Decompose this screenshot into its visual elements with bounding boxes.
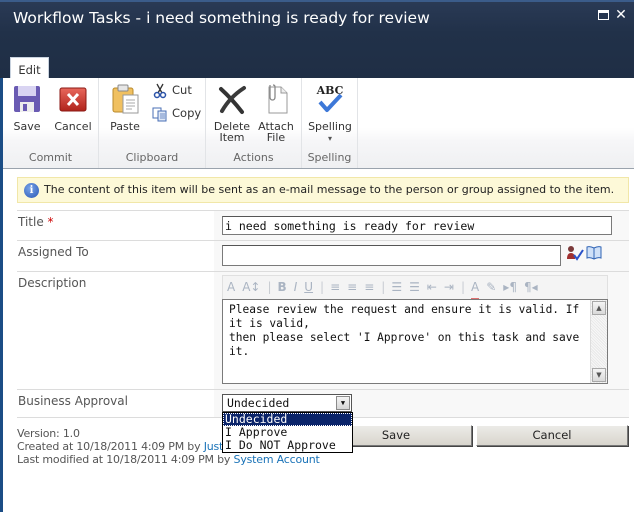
check-names-icon[interactable] (566, 245, 584, 261)
description-editor[interactable]: Please review the request and ensure it … (222, 299, 608, 384)
paste-button[interactable]: Paste (107, 83, 143, 132)
delete-item-label-2: Item (219, 131, 245, 144)
title-input[interactable] (222, 216, 612, 235)
spelling-label: Spelling (308, 120, 352, 133)
ribbon-group-spelling: ABC Spelling ▾ Spelling (302, 78, 358, 168)
ltr-icon[interactable]: ▸¶ (503, 276, 517, 298)
required-marker: * (47, 215, 54, 229)
ribbon-group-clipboard: Paste Cut Copy Clipboard (99, 78, 206, 168)
font-size-icon[interactable]: A↕ (242, 276, 260, 298)
ribbon-group-actions: Delete Item Attach File Actions (206, 78, 302, 168)
description-line-2: then please select 'I Approve' on this t… (229, 331, 580, 358)
spelling-dropdown-arrow-icon[interactable]: ▾ (328, 134, 332, 143)
address-book-icon[interactable] (586, 245, 602, 260)
save-button[interactable]: Save (9, 83, 45, 132)
red-x-icon (59, 87, 87, 112)
toolbar-separator: | (267, 280, 272, 294)
font-icon[interactable]: A (227, 276, 235, 298)
business-approval-selected: Undecided (227, 396, 290, 410)
close-icon: ✕ (615, 7, 627, 23)
abc-check-icon: ABC (316, 84, 344, 112)
cancel-button[interactable]: Cancel (53, 83, 93, 132)
title-label: Title (18, 215, 44, 229)
delete-x-icon (219, 86, 246, 114)
spelling-button[interactable]: ABC Spelling ▾ (306, 83, 354, 144)
group-label-clipboard: Clipboard (125, 151, 179, 164)
text-color-icon[interactable]: A (471, 276, 480, 299)
dialog-title: Workflow Tasks - i need something is rea… (13, 9, 430, 27)
align-center-icon[interactable]: ≡ (347, 276, 357, 298)
modified-text: Last modified at 10/18/2011 4:09 PM by (17, 453, 234, 466)
business-approval-dropdown-list: Undecided I Approve I Do NOT Approve (222, 412, 353, 453)
description-line-1: Please review the request and ensure it … (229, 303, 580, 330)
option-i-do-not-approve[interactable]: I Do NOT Approve (223, 439, 352, 452)
clipboard-icon (112, 84, 139, 114)
cut-label: Cut (172, 83, 192, 97)
cancel-form-button[interactable]: Cancel (476, 425, 628, 446)
description-scrollbar[interactable]: ▲ ▼ (590, 300, 607, 383)
assigned-to-input[interactable] (222, 245, 561, 266)
info-message-bar: i The content of this item will be sent … (17, 177, 629, 203)
group-label-commit: Commit (28, 151, 73, 164)
underline-icon[interactable]: U (304, 276, 313, 298)
paperclip-document-icon (268, 84, 288, 114)
numbered-list-icon[interactable]: ☰ (391, 276, 402, 298)
copy-label: Copy (172, 106, 202, 120)
info-message: The content of this item will be sent as… (44, 183, 615, 196)
toolbar-separator: | (381, 280, 386, 294)
copy-button[interactable]: Copy (152, 104, 201, 122)
ribbon: Save Cancel Commit Paste Cut Copy Clipbo… (3, 78, 634, 169)
dialog-window: Workflow Tasks - i need something is rea… (0, 0, 634, 512)
save-label: Save (13, 120, 41, 133)
bold-icon[interactable]: B (278, 276, 287, 298)
title-bar: Workflow Tasks - i need something is rea… (0, 0, 634, 81)
cut-button[interactable]: Cut (152, 81, 192, 99)
attach-file-label-2: File (266, 131, 286, 144)
ribbon-group-commit: Save Cancel Commit (3, 78, 99, 168)
created-text: Created at 10/18/2011 4:09 PM by (17, 440, 204, 453)
delete-item-button[interactable]: Delete Item (212, 83, 252, 143)
business-approval-select[interactable]: Undecided ▼ (222, 394, 352, 412)
decrease-indent-icon[interactable]: ⇤ (427, 276, 437, 298)
group-label-actions: Actions (233, 151, 274, 164)
close-button[interactable]: ✕ (614, 8, 628, 22)
info-icon: i (24, 183, 39, 198)
attach-file-button[interactable]: Attach File (256, 83, 296, 143)
rtl-icon[interactable]: ¶◂ (524, 276, 538, 298)
business-approval-label: Business Approval (18, 394, 128, 408)
cancel-label: Cancel (54, 120, 92, 133)
chevron-down-icon[interactable]: ▼ (336, 396, 350, 410)
paste-label: Paste (110, 120, 140, 133)
toolbar-separator: | (320, 280, 325, 294)
description-label: Description (18, 276, 87, 290)
bulleted-list-icon[interactable]: ☰ (409, 276, 420, 298)
scissors-icon (153, 83, 167, 98)
copy-icon (152, 107, 167, 121)
floppy-disk-icon (14, 86, 40, 112)
align-left-icon[interactable]: ≡ (330, 276, 340, 298)
align-right-icon[interactable]: ≡ (364, 276, 374, 298)
maximize-icon (597, 10, 609, 20)
italic-icon[interactable]: I (294, 276, 298, 298)
toolbar-separator: | (460, 280, 466, 294)
rich-text-toolbar: A A↕ | B I U | ≡ ≡ ≡ | ☰ ☰ ⇤ ⇥ | A ✎ ▸¶ ¶◂ (222, 275, 608, 299)
increase-indent-icon[interactable]: ⇥ (444, 276, 454, 298)
modified-by-link[interactable]: System Account (234, 453, 320, 466)
scroll-down-icon[interactable]: ▼ (592, 368, 606, 382)
group-label-spelling: Spelling (307, 151, 352, 164)
scroll-up-icon[interactable]: ▲ (592, 301, 606, 315)
highlight-icon[interactable]: ✎ (486, 276, 496, 298)
assigned-to-label: Assigned To (18, 245, 89, 259)
maximize-button[interactable] (596, 8, 610, 22)
